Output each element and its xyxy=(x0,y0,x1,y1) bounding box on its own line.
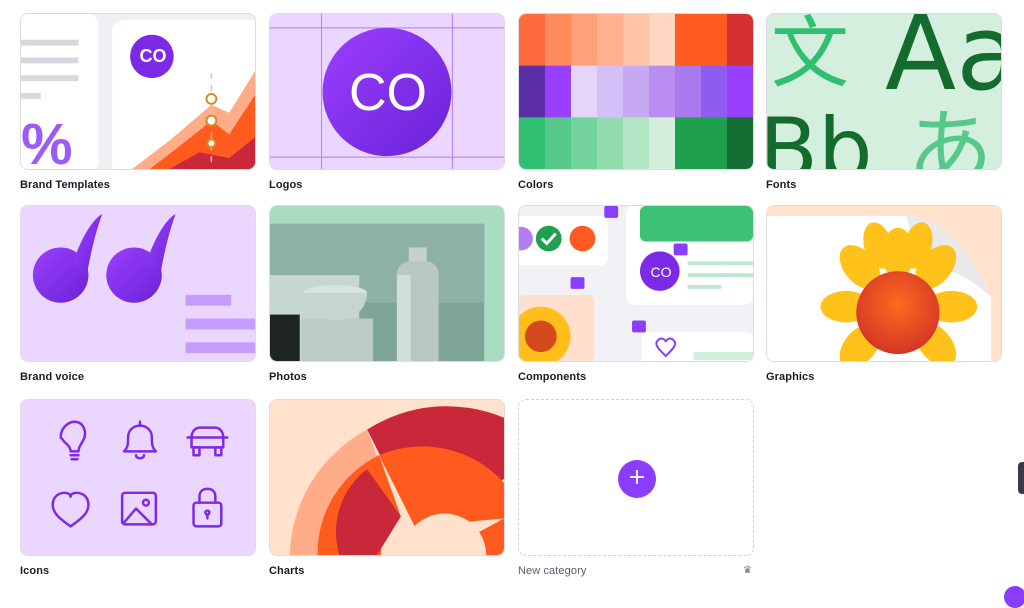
font-glyph-aa: Aa xyxy=(885,13,1001,114)
color-swatch xyxy=(571,117,598,169)
font-glyph-a-hiragana: あ xyxy=(907,100,993,170)
category-label: Graphics xyxy=(766,371,815,383)
category-icons[interactable]: Icons xyxy=(20,399,256,578)
color-swatch xyxy=(675,14,702,67)
graphics-thumbnail[interactable] xyxy=(766,205,1002,362)
image-icon xyxy=(120,491,158,526)
category-label: Icons xyxy=(20,565,50,577)
color-swatch xyxy=(701,14,728,67)
font-glyph-wen: 文 xyxy=(771,13,850,99)
category-photos[interactable]: Photos xyxy=(269,205,505,384)
lightbulb-icon xyxy=(59,420,87,461)
category-label: Components xyxy=(518,371,587,383)
icons-thumbnail[interactable] xyxy=(20,399,256,556)
color-swatch xyxy=(701,117,728,169)
category-fonts[interactable]: 文 Aa Bb あ Fonts xyxy=(766,13,1002,192)
color-swatch xyxy=(571,65,598,118)
color-swatch xyxy=(727,65,753,118)
fonts-thumbnail[interactable]: 文 Aa Bb あ xyxy=(766,13,1002,170)
category-components[interactable]: CO Components xyxy=(518,205,754,384)
color-swatch xyxy=(727,117,753,169)
brand-templates-logo-text: CO xyxy=(139,46,167,66)
icons-grid xyxy=(51,420,229,528)
logos-thumbnail[interactable]: CO xyxy=(269,13,505,170)
bell-icon xyxy=(122,420,158,460)
color-swatch xyxy=(675,65,702,118)
radial-chart-illustration xyxy=(270,400,504,555)
color-swatch xyxy=(519,65,546,118)
add-category-button[interactable]: + xyxy=(618,460,656,498)
category-brand-templates[interactable]: CO % Brand Templates xyxy=(20,13,256,192)
charts-thumbnail[interactable] xyxy=(269,399,505,556)
category-label: New category xyxy=(518,565,587,577)
category-graphics[interactable]: Graphics xyxy=(766,205,1002,384)
category-label: Logos xyxy=(269,179,303,191)
color-swatch xyxy=(519,14,546,67)
quote-marks-illustration xyxy=(21,206,255,361)
color-swatch xyxy=(623,117,650,169)
category-logos[interactable]: CO Logos xyxy=(269,13,505,192)
heart-icon xyxy=(51,491,90,528)
lock-icon xyxy=(192,487,223,528)
category-label: Fonts xyxy=(766,179,797,191)
color-swatch xyxy=(597,65,624,118)
photos-thumbnail[interactable] xyxy=(269,205,505,362)
category-label: Colors xyxy=(518,179,554,191)
color-swatch xyxy=(545,14,572,67)
color-swatch xyxy=(545,65,572,118)
category-label: Brand Templates xyxy=(20,179,110,191)
percent-glyph: % xyxy=(21,112,73,170)
components-illustration xyxy=(519,206,753,361)
category-new[interactable]: + New category ♛ xyxy=(518,399,754,578)
color-swatch xyxy=(597,117,624,169)
flower-sticker-illustration xyxy=(767,206,1001,361)
category-brand-voice[interactable]: Brand voice xyxy=(20,205,256,384)
color-palette-grid xyxy=(519,14,753,169)
category-label: Photos xyxy=(269,371,307,383)
color-swatch xyxy=(727,14,753,67)
category-colors[interactable]: Colors xyxy=(518,13,754,192)
car-icon xyxy=(186,426,229,457)
logos-logo-text: CO xyxy=(349,64,427,122)
category-charts[interactable]: Charts xyxy=(269,399,505,578)
color-swatch xyxy=(649,14,676,67)
color-swatch xyxy=(675,117,702,169)
color-swatch xyxy=(623,65,650,118)
color-swatch xyxy=(571,14,598,67)
color-swatch xyxy=(623,14,650,67)
color-swatch xyxy=(649,117,676,169)
new-category-thumbnail[interactable]: + xyxy=(518,399,754,556)
color-swatch xyxy=(545,117,572,169)
scroll-handle[interactable] xyxy=(1018,462,1024,494)
crown-icon: ♛ xyxy=(743,565,752,576)
color-swatch xyxy=(597,14,624,67)
vase-photo xyxy=(270,206,504,361)
components-logo-text: CO xyxy=(650,264,672,280)
category-label: Brand voice xyxy=(20,371,85,383)
colors-thumbnail[interactable] xyxy=(518,13,754,170)
brand-templates-thumbnail[interactable]: CO % xyxy=(20,13,256,170)
assistant-bubble-icon[interactable] xyxy=(1004,586,1024,608)
font-glyph-bb: Bb xyxy=(766,100,873,170)
color-swatch xyxy=(649,65,676,118)
brand-voice-thumbnail[interactable] xyxy=(20,205,256,362)
category-label: Charts xyxy=(269,565,305,577)
color-swatch xyxy=(701,65,728,118)
color-swatch xyxy=(519,117,546,169)
components-thumbnail[interactable]: CO xyxy=(518,205,754,362)
